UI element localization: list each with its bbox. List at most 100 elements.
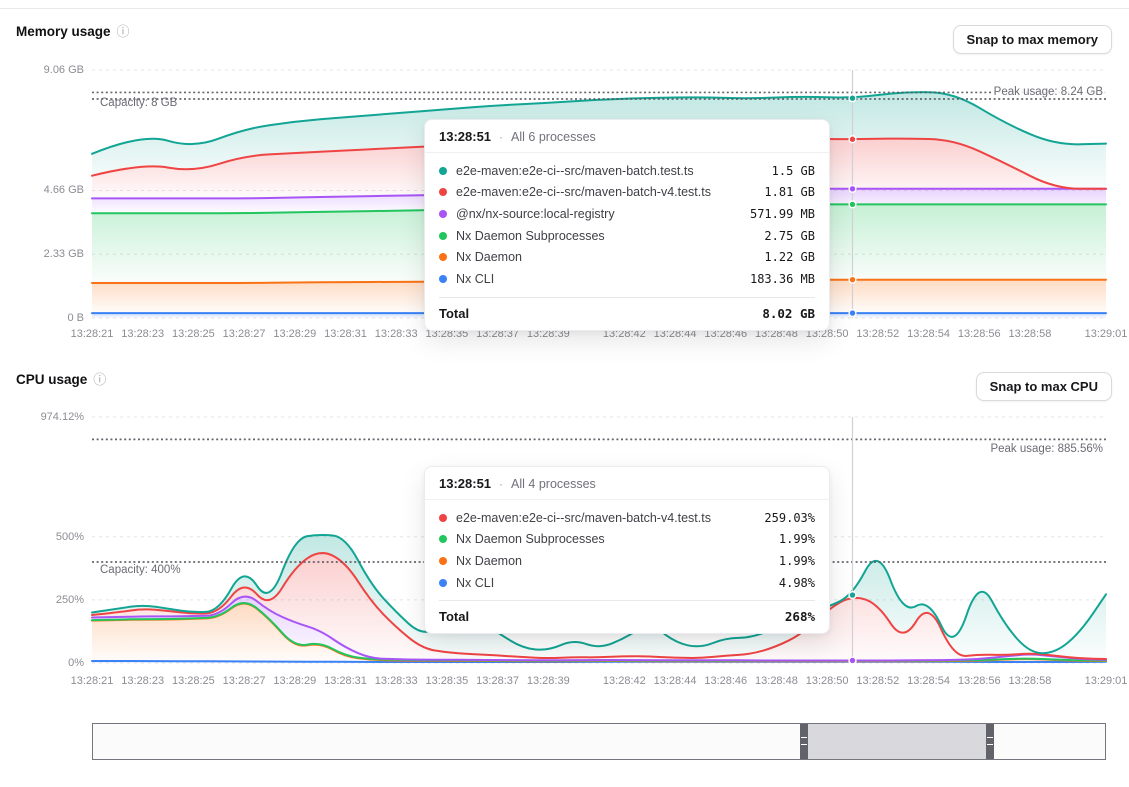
cpu-usage-title-text: CPU usage xyxy=(16,372,87,387)
tooltip-process-row: Nx Daemon 1.22 GB xyxy=(439,246,815,268)
tooltip-time: 13:28:51 xyxy=(439,129,491,144)
tooltip-separator: · xyxy=(499,130,503,144)
x-axis-tick-label: 13:28:27 xyxy=(223,328,266,340)
y-axis-tick-label: 0 B xyxy=(10,312,84,324)
tooltip-subtitle: All 6 processes xyxy=(511,130,596,144)
process-value: 4.98% xyxy=(779,576,815,590)
tooltip-separator: · xyxy=(499,477,503,491)
process-name: Nx Daemon xyxy=(456,250,755,264)
tooltip-process-row: Nx Daemon Subprocesses2.75 GB xyxy=(439,225,815,247)
x-axis-tick-label: 13:28:23 xyxy=(121,675,164,687)
process-name: e2e-maven:e2e-ci--src/maven-batch-v4.tes… xyxy=(456,185,755,199)
time-range-brush[interactable] xyxy=(92,723,1106,760)
process-value: 1.99% xyxy=(779,554,815,568)
memory-capacity-label: Capacity: 8 GB xyxy=(100,97,177,109)
x-axis-tick-label: 13:28:58 xyxy=(1009,675,1052,687)
x-axis-tick-label: 13:28:48 xyxy=(755,675,798,687)
x-axis-tick-label: 13:28:58 xyxy=(1009,328,1052,340)
memory-peak-label: Peak usage: 8.24 GB xyxy=(991,86,1106,98)
x-axis-tick-label: 13:28:25 xyxy=(172,328,215,340)
tooltip-process-row: Nx Daemon 1.99% xyxy=(439,550,815,572)
y-axis-tick-label: 974.12% xyxy=(10,411,84,423)
series-color-dot xyxy=(439,167,447,175)
brush-handle-right[interactable] xyxy=(986,724,994,759)
memory-tooltip: 13:28:51 · All 6 processes e2e-maven:e2e… xyxy=(424,119,830,331)
tooltip-time: 13:28:51 xyxy=(439,476,491,491)
y-axis-tick-label: 9.06 GB xyxy=(10,64,84,76)
x-axis-tick-label: 13:28:54 xyxy=(907,675,950,687)
cpu-usage-title: CPU usage ⓘ xyxy=(16,372,106,387)
cpu-tooltip-header: 13:28:51 · All 4 processes xyxy=(425,467,829,500)
process-value: 1.5 GB xyxy=(772,164,815,178)
x-axis-tick-label: 13:28:42 xyxy=(603,675,646,687)
snap-to-max-cpu-button[interactable]: Snap to max CPU xyxy=(976,372,1112,401)
x-axis-tick-label: 13:28:39 xyxy=(527,675,570,687)
series-color-dot xyxy=(439,188,447,196)
process-name: Nx CLI xyxy=(456,272,741,286)
tooltip-process-row: e2e-maven:e2e-ci--src/maven-batch.test.t… xyxy=(439,160,815,182)
tooltip-total-value: 8.02 GB xyxy=(762,306,815,321)
process-name: Nx Daemon Subprocesses xyxy=(456,229,755,243)
info-icon[interactable]: ⓘ xyxy=(117,25,130,38)
series-color-dot xyxy=(439,579,447,587)
y-axis-tick-label: 2.33 GB xyxy=(10,248,84,260)
series-color-dot xyxy=(439,557,447,565)
tooltip-total-label: Total xyxy=(439,306,469,321)
tooltip-subtitle: All 4 processes xyxy=(511,477,596,491)
memory-tooltip-header: 13:28:51 · All 6 processes xyxy=(425,120,829,153)
nx-profiler-page: Memory usage ⓘ Snap to max memory 9.06 G… xyxy=(0,0,1129,787)
brush-grip-icon xyxy=(987,737,993,745)
process-name: Nx CLI xyxy=(456,576,770,590)
process-value: 1.99% xyxy=(779,532,815,546)
y-axis-tick-label: 4.66 GB xyxy=(10,184,84,196)
x-axis-tick-label: 13:28:56 xyxy=(958,675,1001,687)
y-axis-tick-label: 0% xyxy=(10,657,84,669)
x-axis-tick-label: 13:28:33 xyxy=(375,675,418,687)
snap-to-max-memory-button[interactable]: Snap to max memory xyxy=(953,25,1113,54)
x-axis-tick-label: 13:28:35 xyxy=(425,675,468,687)
tooltip-process-row: e2e-maven:e2e-ci--src/maven-batch-v4.tes… xyxy=(439,182,815,204)
x-axis-tick-label: 13:28:31 xyxy=(324,675,367,687)
series-color-dot xyxy=(439,253,447,261)
x-axis-tick-label: 13:28:52 xyxy=(856,675,899,687)
process-value: 183.36 MB xyxy=(750,272,815,286)
process-value: 1.22 GB xyxy=(764,250,815,264)
process-name: Nx Daemon xyxy=(456,554,770,568)
cpu-tooltip-rows: e2e-maven:e2e-ci--src/maven-batch-v4.tes… xyxy=(425,500,829,597)
x-axis-tick-label: 13:28:29 xyxy=(273,328,316,340)
series-color-dot xyxy=(439,275,447,283)
process-name: @nx/nx-source:local-registry xyxy=(456,207,741,221)
cpu-tooltip: 13:28:51 · All 4 processes e2e-maven:e2e… xyxy=(424,466,830,634)
process-value: 1.81 GB xyxy=(764,185,815,199)
info-icon[interactable]: ⓘ xyxy=(93,373,106,386)
x-axis-tick-label: 13:28:33 xyxy=(375,328,418,340)
x-axis-tick-label: 13:28:50 xyxy=(806,675,849,687)
x-axis-tick-label: 13:29:01 xyxy=(1085,328,1128,340)
x-axis-tick-label: 13:28:27 xyxy=(223,675,266,687)
x-axis-tick-label: 13:28:31 xyxy=(324,328,367,340)
tooltip-total-value: 268% xyxy=(785,609,815,624)
x-axis-tick-label: 13:28:21 xyxy=(71,675,114,687)
top-divider xyxy=(0,8,1129,9)
cpu-peak-label: Peak usage: 885.56% xyxy=(987,443,1106,455)
tooltip-process-row: e2e-maven:e2e-ci--src/maven-batch-v4.tes… xyxy=(439,507,815,529)
series-color-dot xyxy=(439,514,447,522)
brush-handle-left[interactable] xyxy=(800,724,808,759)
y-axis-tick-label: 250% xyxy=(10,594,84,606)
process-value: 571.99 MB xyxy=(750,207,815,221)
memory-tooltip-rows: e2e-maven:e2e-ci--src/maven-batch.test.t… xyxy=(425,153,829,294)
brush-grip-icon xyxy=(801,737,807,745)
process-value: 259.03% xyxy=(764,511,815,525)
x-axis-tick-label: 13:28:52 xyxy=(856,328,899,340)
x-axis-tick-label: 13:28:37 xyxy=(476,675,519,687)
process-name: Nx Daemon Subprocesses xyxy=(456,532,770,546)
process-name: e2e-maven:e2e-ci--src/maven-batch.test.t… xyxy=(456,164,763,178)
x-axis-tick-label: 13:28:46 xyxy=(704,675,747,687)
x-axis-tick-label: 13:28:29 xyxy=(273,675,316,687)
x-axis-tick-label: 13:28:25 xyxy=(172,675,215,687)
series-color-dot xyxy=(439,535,447,543)
tooltip-process-row: @nx/nx-source:local-registry 571.99 MB xyxy=(439,203,815,225)
brush-selection[interactable] xyxy=(804,724,989,759)
series-color-dot xyxy=(439,210,447,218)
tooltip-process-row: Nx CLI 4.98% xyxy=(439,572,815,594)
